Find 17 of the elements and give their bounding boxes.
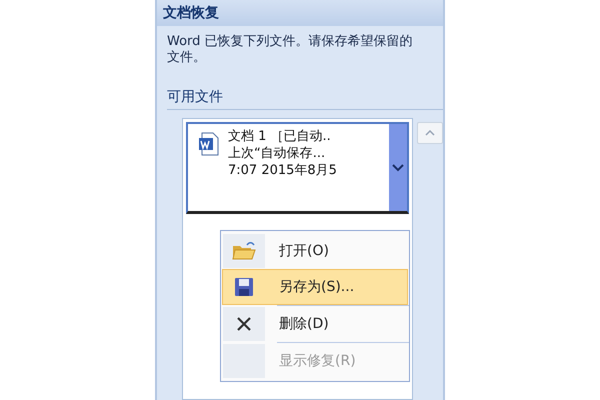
section-label: 可用文件 [167, 88, 443, 110]
document-icon [198, 132, 220, 156]
file-info-line: 文档 1 ［已自动.. [228, 128, 332, 145]
pane-title: 文档恢复 [157, 0, 443, 26]
folder-icon [232, 241, 256, 261]
chevron-up-icon [425, 130, 436, 136]
file-item[interactable]: 文档 1 ［已自动.. 上次“自动保存... 7:07 2015年8月5 [186, 122, 410, 214]
file-info-line: 7:07 2015年8月5 [228, 162, 338, 179]
chevron-down-icon [392, 164, 404, 172]
menu-item[interactable]: 另存为(S)... [222, 269, 408, 305]
file-info-line: 上次“自动保存... [228, 145, 326, 162]
recovery-message: Word 已恢复下列文件。请保存希望保留的文件。 [166, 33, 414, 66]
dropdown-button[interactable] [389, 124, 408, 211]
menu-item[interactable]: 删除(D) [222, 306, 408, 342]
menu-item[interactable]: 打开(O) [222, 233, 408, 269]
scroll-up-button[interactable] [417, 122, 443, 144]
delete-icon [236, 316, 252, 332]
